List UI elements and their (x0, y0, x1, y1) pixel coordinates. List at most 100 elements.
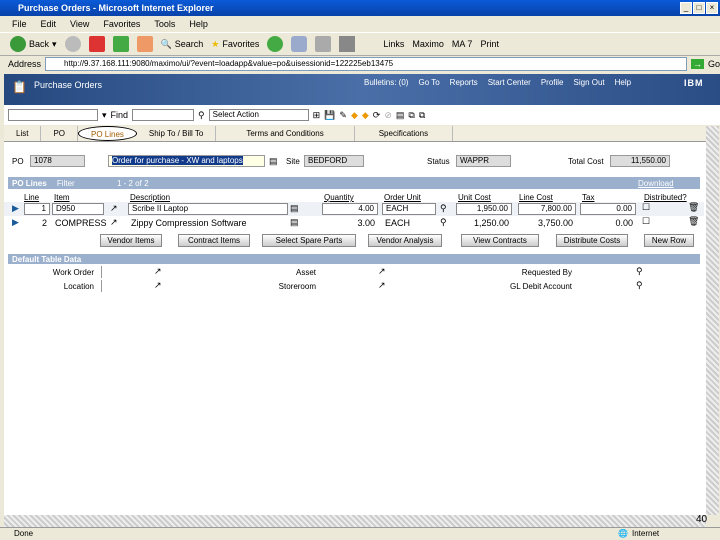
site-field[interactable]: BEDFORD (304, 155, 364, 167)
col-quantity[interactable]: Quantity (324, 193, 354, 202)
menu-file[interactable]: File (12, 19, 27, 29)
search-button[interactable]: 🔍 Search (161, 39, 204, 50)
table-row[interactable]: ▶ 1 D950 ↗ Scribe II Laptop ▤ 4.00 EACH … (4, 202, 704, 216)
nav-sign-out[interactable]: Sign Out (574, 78, 605, 87)
lookup-icon[interactable]: ⚲ (636, 266, 643, 277)
view-contracts-button[interactable]: View Contracts (461, 234, 539, 247)
item-cell[interactable]: D950 (52, 203, 104, 215)
work-order-field[interactable] (101, 266, 151, 278)
vendor-items-button[interactable]: Vendor Items (100, 234, 162, 247)
delete-row-icon[interactable]: 🗑 (688, 202, 699, 213)
tab-list[interactable]: List (4, 126, 42, 141)
col-distributed[interactable]: Distributed? (644, 193, 687, 202)
tax-cell[interactable]: 0.00 (580, 203, 636, 215)
col-unit-cost[interactable]: Unit Cost (458, 193, 491, 202)
tab-po[interactable]: PO (41, 126, 79, 141)
binoculars-icon[interactable]: ⚲ (198, 110, 205, 121)
location-field[interactable] (101, 280, 151, 292)
home-icon[interactable] (136, 36, 153, 52)
go-button[interactable]: Go (708, 59, 720, 69)
download-link[interactable]: Download (638, 179, 674, 188)
stop-workflow-icon[interactable]: ⊘ (384, 110, 392, 121)
next-icon[interactable]: ◆ (362, 110, 369, 121)
insert-icon[interactable]: ⊞ (313, 110, 321, 121)
line-cost-cell[interactable]: 7,800.00 (518, 203, 576, 215)
asset-field[interactable] (324, 266, 374, 278)
menu-help[interactable]: Help (189, 19, 208, 29)
col-description[interactable]: Description (130, 193, 170, 202)
attach-icon[interactable]: ⧉ (419, 110, 425, 121)
col-order-unit[interactable]: Order Unit (384, 193, 421, 202)
menu-favorites[interactable]: Favorites (103, 19, 140, 29)
edit-icon[interactable] (339, 36, 356, 52)
nav-goto[interactable]: Go To (418, 78, 439, 87)
stop-icon[interactable] (88, 36, 105, 52)
forward-icon[interactable] (64, 36, 81, 52)
description-cell[interactable]: Scribe II Laptop (128, 203, 288, 215)
distributed-checkbox[interactable]: ☐ (642, 202, 650, 213)
unit-cost-cell[interactable]: 1,950.00 (456, 203, 512, 215)
expand-row-icon[interactable]: ▶ (12, 217, 19, 228)
distributed-checkbox[interactable]: ☐ (642, 216, 650, 227)
tab-po-lines[interactable]: PO Lines (78, 126, 137, 141)
lookup-icon[interactable]: ⚲ (440, 203, 447, 214)
find-input[interactable] (132, 109, 195, 121)
dropdown-icon[interactable]: ▾ (102, 110, 107, 121)
quantity-cell[interactable]: 4.00 (322, 203, 378, 215)
nav-bulletins[interactable]: Bulletins: (0) (364, 78, 408, 87)
distribute-costs-button[interactable]: Distribute Costs (556, 234, 628, 247)
link-maximo[interactable]: Maximo (412, 39, 444, 49)
menu-tools[interactable]: Tools (154, 19, 175, 29)
nav-reports[interactable]: Reports (450, 78, 478, 87)
select-action-dropdown[interactable]: Select Action (208, 109, 309, 121)
minimize-button[interactable]: _ (680, 2, 692, 14)
tab-specifications[interactable]: Specifications (355, 126, 454, 141)
print-icon[interactable] (315, 36, 332, 52)
long-description-icon[interactable]: ▤ (269, 156, 278, 167)
clear-icon[interactable]: ✎ (339, 110, 347, 121)
expand-row-icon[interactable]: ▶ (12, 203, 19, 214)
history-icon[interactable] (267, 36, 284, 52)
detail-arrow-icon[interactable]: ↗ (378, 280, 386, 291)
order-unit-cell[interactable]: EACH (382, 203, 436, 215)
detail-arrow-icon[interactable]: ↗ (110, 217, 118, 228)
total-cost-field[interactable]: 11,550.00 (610, 155, 670, 167)
refresh-icon[interactable] (112, 36, 129, 52)
close-button[interactable]: × (706, 2, 718, 14)
table-row[interactable]: ▶ 2 COMPRESS ↗ Zippy Compression Softwar… (4, 216, 704, 230)
detail-arrow-icon[interactable]: ↗ (154, 280, 162, 291)
detail-arrow-icon[interactable]: ↗ (110, 203, 118, 214)
previous-icon[interactable]: ◆ (351, 110, 358, 121)
copy-icon[interactable]: ⧉ (408, 110, 414, 121)
mail-icon[interactable] (291, 36, 308, 52)
col-line[interactable]: Line (24, 193, 39, 202)
status-field[interactable]: WAPPR (456, 155, 511, 167)
favorites-button[interactable]: ★ Favorites (211, 39, 259, 50)
col-tax[interactable]: Tax (582, 193, 594, 202)
document-icon[interactable]: ▤ (396, 110, 405, 121)
long-description-icon[interactable]: ▤ (290, 203, 299, 214)
save-icon[interactable]: 💾 (324, 110, 335, 121)
new-row-button[interactable]: New Row (644, 234, 694, 247)
link-print[interactable]: Print (480, 39, 499, 49)
maximize-button[interactable]: □ (693, 2, 705, 14)
po-description-field[interactable]: Order for purchase - XW and laptops (112, 156, 243, 165)
route-icon[interactable]: ⟳ (373, 110, 381, 121)
line-cell[interactable]: 1 (24, 203, 50, 215)
detail-arrow-icon[interactable]: ↗ (154, 266, 162, 277)
filter-button[interactable]: Filter (57, 179, 75, 188)
lookup-icon[interactable]: ⚲ (440, 217, 447, 228)
horizontal-scrollbar[interactable] (4, 515, 706, 527)
col-line-cost[interactable]: Line Cost (519, 193, 553, 202)
detail-arrow-icon[interactable]: ↗ (378, 266, 386, 277)
vertical-scrollbar[interactable] (706, 126, 719, 515)
nav-profile[interactable]: Profile (541, 78, 564, 87)
address-input[interactable]: http://9.37.168.111:9080/maximo/ui/?even… (45, 57, 687, 71)
menu-view[interactable]: View (70, 19, 89, 29)
nav-start-center[interactable]: Start Center (488, 78, 531, 87)
tab-ship-to[interactable]: Ship To / Bill To (137, 126, 217, 141)
menu-edit[interactable]: Edit (41, 19, 57, 29)
long-description-icon[interactable]: ▤ (290, 217, 299, 228)
back-button[interactable]: Back ▾ (10, 36, 57, 52)
contract-items-button[interactable]: Contract Items (178, 234, 250, 247)
